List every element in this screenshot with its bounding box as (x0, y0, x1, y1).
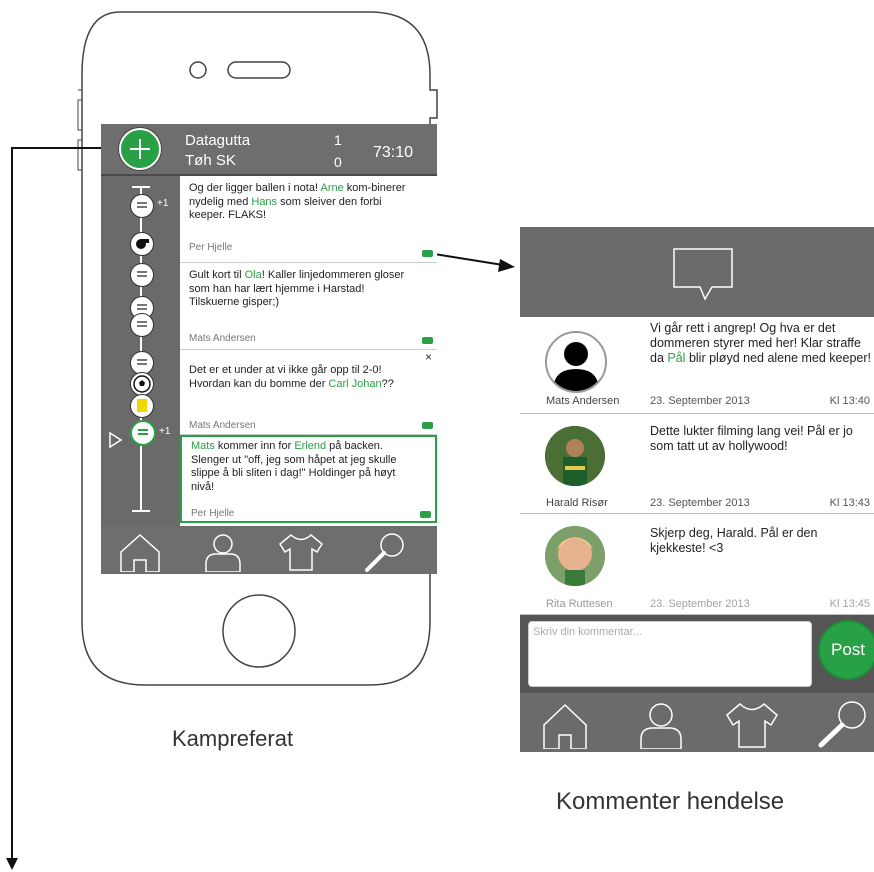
timeline-cap-top (132, 186, 150, 188)
event-feed: Og der ligger ballen i nota! Arne kom-bi… (180, 176, 437, 526)
comment-item: Vi går rett i angrep! Og hva er det domm… (520, 317, 874, 414)
comment-date: 23. September 2013 (650, 395, 750, 407)
player-name-highlight: Hans (251, 195, 278, 208)
football-goal-icon[interactable] (130, 372, 154, 396)
team-shirt-icon[interactable] (724, 701, 780, 749)
bottom-nav (101, 526, 437, 574)
team-shirt-icon[interactable] (277, 532, 325, 572)
feed-item-text: Mats kommer inn for Erlend på backen. Sl… (191, 440, 409, 494)
home-team: Datagutta (185, 132, 251, 149)
yellow-card-icon[interactable] (130, 394, 154, 418)
feed-item-text: Det er et under at vi ikke går opp til 2… (189, 364, 407, 391)
comment-item: Dette lukter filming lang vei! Pål er jo… (520, 414, 874, 514)
arrow-right-head (498, 259, 515, 272)
away-team: Tøh SK (185, 152, 236, 169)
comment-icon[interactable] (422, 250, 433, 257)
bottom-nav (520, 693, 874, 752)
match-report-screen: Datagutta Tøh SK 1 0 73:10 +1 +1 Og der … (101, 124, 437, 574)
arrow-down-head (6, 858, 18, 870)
comment-time: Kl 13:43 (829, 497, 870, 509)
profile-icon[interactable] (638, 701, 684, 749)
timeline-pointer-icon (109, 432, 123, 448)
feed-item[interactable]: × Det er et under at vi ikke går opp til… (180, 350, 437, 435)
player-name-highlight: Carl Johan (328, 377, 382, 390)
post-button[interactable]: Post (818, 620, 874, 680)
comment-author: Harald Risør (546, 497, 608, 509)
home-icon[interactable] (542, 701, 588, 749)
comment-author: Rita Ruttesen (546, 598, 613, 610)
comment-event-icon[interactable] (130, 194, 154, 218)
comment-event-icon[interactable] (130, 313, 154, 337)
comment-item: Skjerp deg, Harald. Pål er den kjekkeste… (520, 514, 874, 615)
feed-item[interactable]: Og der ligger ballen i nota! Arne kom-bi… (180, 176, 437, 263)
feed-item-text: Og der ligger ballen i nota! Arne kom-bi… (189, 182, 407, 223)
close-icon[interactable]: × (425, 350, 432, 364)
comment-icon[interactable] (422, 422, 433, 429)
text-segment: Skjerp deg, Harald. Pål er den kjekkeste… (650, 526, 818, 555)
whistle-event-icon[interactable] (130, 232, 154, 256)
text-segment: blir pløyd ned alene med keeper! (685, 351, 871, 365)
add-event-button[interactable] (119, 128, 161, 170)
text-segment: ?? (381, 377, 394, 390)
score-bar: Datagutta Tøh SK 1 0 73:10 (101, 124, 437, 176)
comment-text: Dette lukter filming lang vei! Pål er jo… (650, 424, 872, 454)
comment-screen: Vi går rett i angrep! Og hva er det domm… (520, 227, 874, 752)
comment-text: Skjerp deg, Harald. Pål er den kjekkeste… (650, 526, 872, 556)
comment-text: Vi går rett i angrep! Og hva er det domm… (650, 321, 872, 366)
comment-input-box[interactable] (528, 621, 812, 687)
comment-author: Mats Andersen (546, 395, 620, 407)
text-segment: Og der ligger ballen i nota! (189, 182, 321, 194)
player-name-highlight: Erlend (294, 440, 327, 452)
search-icon[interactable] (363, 532, 407, 572)
player-name-highlight: Ola (244, 269, 262, 281)
feed-item-author: Mats Andersen (189, 420, 256, 431)
feed-item-author: Per Hjelle (189, 242, 233, 253)
avatar (545, 331, 607, 393)
home-score: 1 (334, 132, 342, 148)
profile-icon[interactable] (203, 532, 243, 572)
player-name-highlight: Mats (191, 440, 215, 452)
avatar (545, 426, 605, 486)
caption-match-report: Kampreferat (172, 726, 294, 751)
arrow-right-line (427, 252, 504, 266)
comment-input[interactable] (531, 625, 805, 639)
feed-item-text: Gult kort til Ola! Kaller linjedommeren … (189, 269, 407, 310)
text-segment: Dette lukter filming lang vei! Pål er jo… (650, 424, 853, 453)
speech-bubble-icon (673, 248, 733, 301)
comment-date: 23. September 2013 (650, 497, 750, 509)
home-icon[interactable] (119, 532, 161, 572)
timeline-cap-bottom (132, 510, 150, 512)
caption-comment-event: Kommenter hendelse (556, 788, 785, 815)
match-clock: 73:10 (373, 144, 414, 161)
away-score: 0 (334, 154, 342, 170)
comment-icon[interactable] (422, 337, 433, 344)
feed-item-author: Mats Andersen (189, 333, 256, 344)
extra-count: +1 (159, 426, 171, 437)
comment-event-icon[interactable] (130, 263, 154, 287)
text-segment: Gult kort til (189, 269, 245, 281)
extra-count: +1 (157, 198, 169, 209)
comment-date: 23. September 2013 (650, 598, 750, 610)
feed-item[interactable]: Gult kort til Ola! Kaller linjedommeren … (180, 263, 437, 350)
feed-item-author: Per Hjelle (191, 508, 235, 519)
event-timeline: +1 +1 (101, 176, 180, 526)
comment-icon[interactable] (420, 511, 431, 518)
comment-header (520, 227, 874, 317)
comment-time: Kl 13:40 (829, 395, 870, 407)
text-segment: kommer inn for (214, 440, 295, 452)
search-icon[interactable] (816, 699, 868, 749)
comment-event-icon-active[interactable] (130, 420, 156, 446)
comment-time: Kl 13:45 (829, 598, 870, 610)
player-name-highlight: Pål (667, 351, 686, 365)
feed-item-selected[interactable]: Mats kommer inn for Erlend på backen. Sl… (180, 435, 437, 523)
avatar (545, 526, 605, 586)
player-name-highlight: Arne (320, 182, 344, 194)
